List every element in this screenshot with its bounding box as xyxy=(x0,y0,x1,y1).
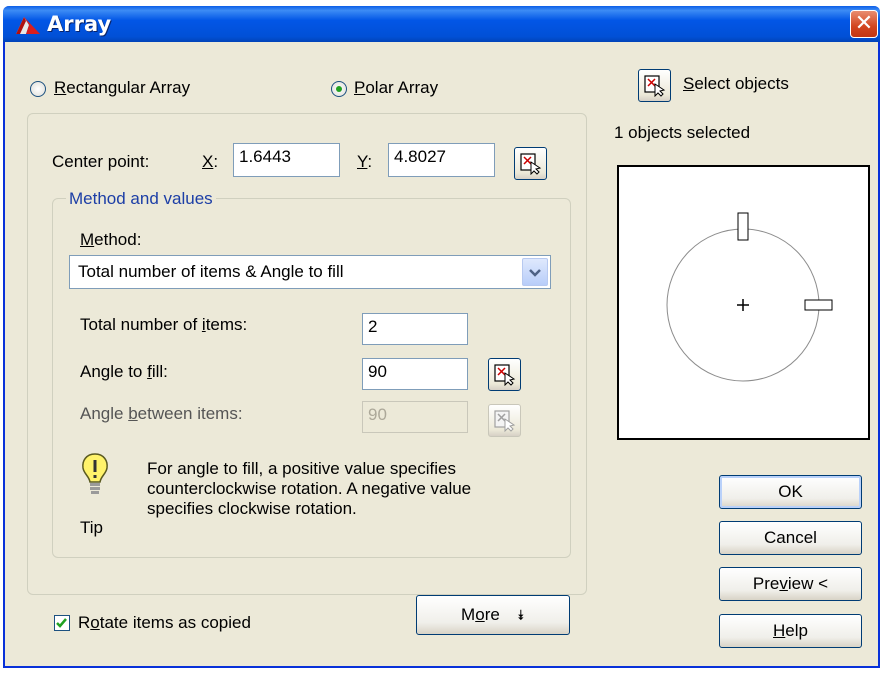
preview-button[interactable]: Preview < xyxy=(719,567,862,601)
total-items-input[interactable]: 2 xyxy=(362,313,468,345)
pick-angle-between-button xyxy=(488,404,521,437)
more-button[interactable]: More ⯯ xyxy=(416,595,570,635)
pick-angle-to-fill-button[interactable] xyxy=(488,358,521,391)
double-chevron-down-icon: ⯯ xyxy=(516,607,525,623)
select-objects-icon xyxy=(644,75,666,97)
angle-to-fill-input[interactable]: 90 xyxy=(362,358,468,390)
close-button[interactable]: ✕ xyxy=(850,10,878,38)
rectangular-array-label[interactable]: Rectangular Array xyxy=(54,78,190,98)
center-point-label: Center point: xyxy=(52,152,150,171)
close-icon: ✕ xyxy=(854,11,874,36)
array-preview-panel xyxy=(617,165,870,440)
polar-array-label[interactable]: Polar Array xyxy=(354,78,438,98)
y-label: Y: xyxy=(357,152,373,171)
pick-point-icon xyxy=(520,153,542,175)
dropdown-arrow-button[interactable] xyxy=(522,258,548,286)
array-app-icon xyxy=(16,17,40,34)
center-y-input[interactable]: 4.8027 xyxy=(388,143,495,177)
pick-point-icon xyxy=(494,364,516,386)
method-label: Method: xyxy=(80,230,142,249)
select-objects-label[interactable]: Select objects xyxy=(683,74,789,94)
preview-item-horizontal xyxy=(804,299,833,311)
dialog-title: Array xyxy=(47,12,112,36)
method-select-value: Total number of items & Angle to fill xyxy=(78,262,344,281)
angle-between-label: Angle between items: xyxy=(80,404,243,423)
rotate-items-label[interactable]: Rotate items as copied xyxy=(78,613,251,633)
select-objects-button[interactable] xyxy=(638,69,671,102)
chevron-down-icon xyxy=(529,269,541,277)
x-label: X: xyxy=(202,152,219,171)
method-select[interactable]: Total number of items & Angle to fill xyxy=(69,255,551,289)
ok-button[interactable]: OK xyxy=(719,475,862,509)
objects-selected-status: 1 objects selected xyxy=(614,123,751,142)
tip-line: specifies clockwise rotation. xyxy=(147,499,357,518)
pick-center-point-button[interactable] xyxy=(514,147,547,180)
tip-line: For angle to fill, a positive value spec… xyxy=(147,459,456,478)
lightbulb-icon xyxy=(82,453,108,494)
total-items-label: Total number of items: xyxy=(80,315,248,334)
method-and-values-legend: Method and values xyxy=(66,189,216,209)
angle-to-fill-label: Angle to fill: xyxy=(80,362,168,381)
pick-point-icon xyxy=(494,410,516,432)
title-bar[interactable]: Array ✕ xyxy=(3,6,880,42)
tip-line: counterclockwise rotation. A negative va… xyxy=(147,479,472,498)
tip-text: For angle to fill, a positive value spec… xyxy=(147,459,471,519)
checkmark-icon xyxy=(56,618,67,628)
preview-item-vertical xyxy=(737,212,749,241)
help-button[interactable]: Help xyxy=(719,614,862,648)
tip-label: Tip xyxy=(80,518,103,537)
rotate-items-checkbox[interactable] xyxy=(54,615,70,631)
angle-between-input: 90 xyxy=(362,401,468,433)
polar-array-radio[interactable] xyxy=(331,81,347,97)
cancel-button[interactable]: Cancel xyxy=(719,521,862,555)
center-x-input[interactable]: 1.6443 xyxy=(233,143,340,177)
polar-array-preview xyxy=(666,212,833,382)
rectangular-array-radio[interactable] xyxy=(30,81,46,97)
